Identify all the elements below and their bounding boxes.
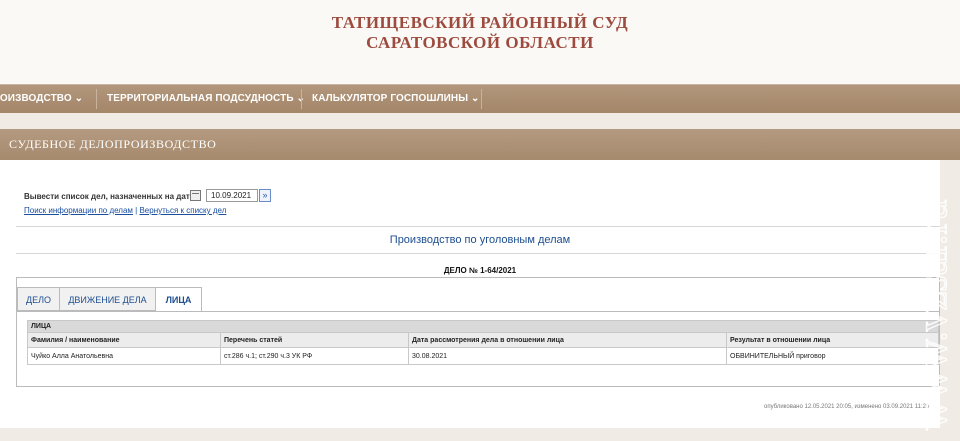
column-header-date: Дата рассмотрения дела в отношении лица (408, 332, 727, 348)
calendar-icon[interactable] (190, 190, 201, 201)
nav-item-calculator[interactable]: КАЛЬКУЛЯТОР ГОСПОШЛИНЫ ⌄ (312, 85, 479, 113)
cell-articles: ст.286 ч.1; ст.290 ч.3 УК РФ (220, 347, 409, 365)
column-header-result: Результат в отношении лица (726, 332, 939, 348)
date-input[interactable] (206, 189, 258, 202)
divider (16, 253, 940, 254)
table-group-row: ЛИЦА (27, 320, 939, 333)
court-title-line1: ТАТИЩЕВСКИЙ РАЙОННЫЙ СУД (331, 13, 629, 32)
nav-item-proizvodstvo[interactable]: ПРОИЗВОДСТВО ⌄ (0, 85, 83, 113)
watermark: www.vzsar.ru (909, 199, 956, 431)
section-title: СУДЕБНОЕ ДЕЛОПРОИЗВОДСТВО (9, 137, 217, 151)
page-title: Производство по уголовным делам (389, 234, 571, 246)
date-filter-label: Вывести список дел, назначенных на дату (24, 192, 195, 201)
watermark-text: www.vzsar.ru (910, 199, 956, 430)
divider (16, 226, 940, 227)
persons-table: ЛИЦА Фамилия / наименование Перечень ста… (27, 320, 939, 365)
show-list-button[interactable]: » (259, 189, 271, 202)
publication-note: опубликовано 12.05.2021 20:05, изменено … (764, 404, 930, 410)
cell-date: 30.08.2021 (408, 347, 727, 365)
nav-separator (301, 89, 302, 109)
case-links: Поиск информации по делам | Вернуться к … (24, 206, 226, 215)
site-header: ТАТИЩЕВСКИЙ РАЙОННЫЙ СУД САРАТОВСКОЙ ОБЛ… (0, 0, 960, 84)
back-to-list-link[interactable]: Вернуться к списку дел (139, 206, 226, 215)
table-row: Чуйко Алла Анатольевна ст.286 ч.1; ст.29… (27, 347, 939, 365)
header-divider (0, 113, 960, 129)
cell-result: ОБВИНИТЕЛЬНЫЙ приговор (726, 347, 939, 365)
section-header: СУДЕБНОЕ ДЕЛОПРОИЗВОДСТВО (0, 129, 960, 160)
column-header-articles: Перечень статей (220, 332, 409, 348)
search-cases-link[interactable]: Поиск информации по делам (24, 206, 133, 215)
tab-dvizhenie-dela[interactable]: ДВИЖЕНИЕ ДЕЛА (59, 287, 156, 311)
link-separator: | (135, 206, 138, 215)
column-header-name: Фамилия / наименование (27, 332, 221, 348)
nav-separator (481, 89, 482, 109)
table-header-row: Фамилия / наименование Перечень статей Д… (27, 332, 939, 348)
court-title-line2: САРАТОВСКОЙ ОБЛАСТИ (366, 33, 594, 52)
tab-delo[interactable]: ДЕЛО (17, 287, 60, 311)
nav-separator (96, 89, 97, 109)
tabs-baseline (17, 311, 940, 312)
group-title: ЛИЦА (27, 320, 939, 333)
tab-litsa[interactable]: ЛИЦА (155, 287, 202, 312)
top-navigation: ПРОИЗВОДСТВО ⌄ ТЕРРИТОРИАЛЬНАЯ ПОДСУДНОС… (0, 84, 960, 114)
nav-item-territorial[interactable]: ТЕРРИТОРИАЛЬНАЯ ПОДСУДНОСТЬ ⌄ (107, 85, 305, 113)
case-number: ДЕЛО № 1-64/2021 (443, 266, 517, 275)
cell-name: Чуйко Алла Анатольевна (27, 347, 221, 365)
